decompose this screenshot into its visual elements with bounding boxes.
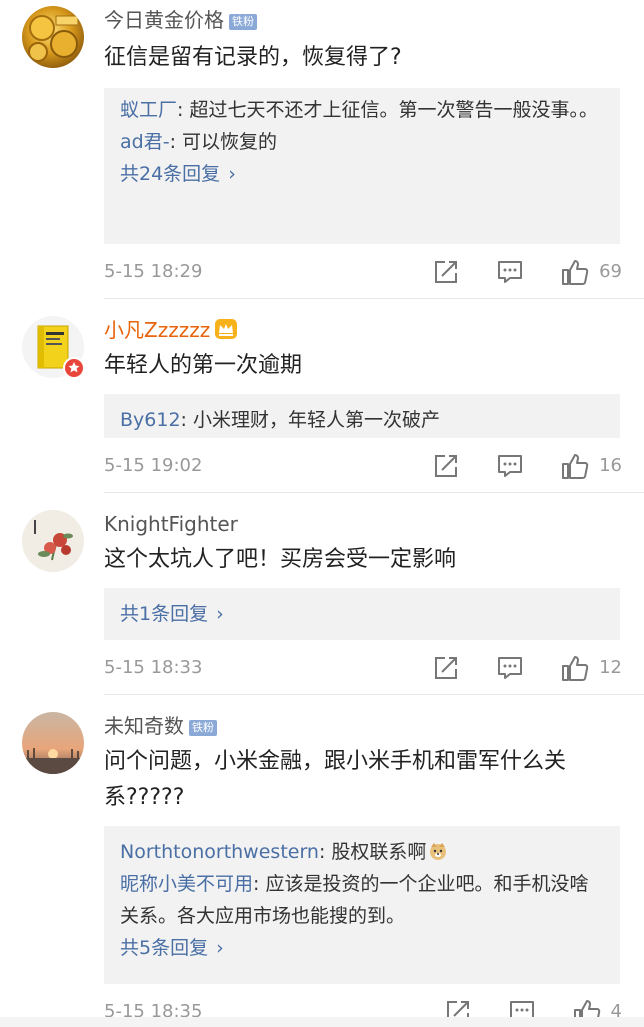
timestamp: 5-15 18:29 <box>104 261 203 282</box>
divider <box>104 298 644 299</box>
more-replies-link[interactable]: 共24条回复 › <box>120 158 604 190</box>
reply-text: : 小米理财，年轻人第一次破产 <box>180 409 440 431</box>
reply-item[interactable]: By612: 小米理财，年轻人第一次破产 <box>120 404 604 436</box>
share-icon[interactable] <box>433 655 459 681</box>
username[interactable]: KnightFighter <box>104 512 238 536</box>
like-icon[interactable] <box>561 258 589 286</box>
reply-item[interactable]: ad君-: 可以恢复的 <box>120 126 604 158</box>
timestamp: 5-15 18:33 <box>104 657 203 678</box>
avatar[interactable] <box>22 6 84 68</box>
reply-author[interactable]: By612 <box>120 409 181 431</box>
more-replies-link[interactable]: 共5条回复 › <box>120 932 604 964</box>
like-button[interactable]: 16 <box>561 451 622 481</box>
comment-meta: 5-15 19:02 16 <box>104 451 622 481</box>
comment-text: 问个问题，小米金融，跟小米手机和雷军什么关系????? <box>104 749 567 810</box>
crown-icon <box>214 318 238 340</box>
comment-meta: 5-15 18:33 12 <box>104 653 622 683</box>
comment-icon[interactable] <box>497 259 523 285</box>
reply-box[interactable]: Northtonorthwestern: 股权联系啊 昵称小美不可用: 应该是投… <box>104 826 620 984</box>
divider <box>104 694 644 695</box>
like-count: 69 <box>599 261 622 282</box>
bottom-edge <box>0 1017 644 1027</box>
divider <box>104 492 644 493</box>
reply-author[interactable]: ad君- <box>120 131 170 153</box>
action-bar: 69 <box>433 257 622 287</box>
like-button[interactable]: 69 <box>561 257 622 287</box>
comment-text: 这个太坑人了吧！买房会受一定影响 <box>104 547 457 572</box>
share-icon[interactable] <box>433 453 459 479</box>
comment-text: 征信是留有记录的，恢复得了? <box>104 45 402 70</box>
like-count: 12 <box>599 657 622 678</box>
fan-badge: 铁粉 <box>229 14 257 30</box>
reply-author[interactable]: 蚁工厂 <box>120 99 177 121</box>
comment-icon[interactable] <box>497 453 523 479</box>
like-button[interactable]: 12 <box>561 653 622 683</box>
like-count: 16 <box>599 455 622 476</box>
chevron-right-icon: › <box>216 937 224 959</box>
reply-box[interactable]: 蚁工厂: 超过七天不还才上征信。第一次警告一般没事。。 ad君-: 可以恢复的 … <box>104 88 620 244</box>
timestamp: 5-15 19:02 <box>104 455 203 476</box>
reply-item[interactable]: 昵称小美不可用: 应该是投资的一个企业吧。和手机没啥关系。各大应用市场也能搜的到… <box>120 868 604 932</box>
like-icon[interactable] <box>561 452 589 480</box>
reply-text: : 超过七天不还才上征信。第一次警告一般没事。。 <box>177 99 598 121</box>
username[interactable]: 今日黄金价格 铁粉 <box>104 8 257 32</box>
reply-author[interactable]: Northtonorthwestern <box>120 841 319 863</box>
verified-badge-icon <box>63 357 85 379</box>
avatar[interactable] <box>22 712 84 774</box>
action-bar: 16 <box>433 451 622 481</box>
like-icon[interactable] <box>561 654 589 682</box>
username[interactable]: 未知奇数 铁粉 <box>104 714 217 738</box>
reply-author[interactable]: 昵称小美不可用 <box>120 873 253 895</box>
doge-emoji-icon <box>428 841 448 861</box>
reply-item[interactable]: 蚁工厂: 超过七天不还才上征信。第一次警告一般没事。。 <box>120 94 604 126</box>
fan-badge: 铁粉 <box>189 720 217 736</box>
comment-icon[interactable] <box>497 655 523 681</box>
share-icon[interactable] <box>433 259 459 285</box>
username[interactable]: 小凡Zzzzzz <box>104 318 238 342</box>
more-replies-link[interactable]: 共1条回复 › <box>120 598 604 630</box>
reply-box[interactable]: 共1条回复 › <box>104 588 620 640</box>
reply-text: : 股权联系啊 <box>318 841 427 863</box>
avatar[interactable] <box>22 510 84 572</box>
action-bar: 12 <box>433 653 622 683</box>
reply-text: : 可以恢复的 <box>169 131 278 153</box>
chevron-right-icon: › <box>228 163 236 185</box>
chevron-right-icon: › <box>216 603 224 625</box>
reply-item[interactable]: Northtonorthwestern: 股权联系啊 <box>120 836 604 868</box>
comment-meta: 5-15 18:29 69 <box>104 257 622 287</box>
comment-text: 年轻人的第一次逾期 <box>104 353 303 378</box>
reply-box[interactable]: By612: 小米理财，年轻人第一次破产 <box>104 394 620 438</box>
